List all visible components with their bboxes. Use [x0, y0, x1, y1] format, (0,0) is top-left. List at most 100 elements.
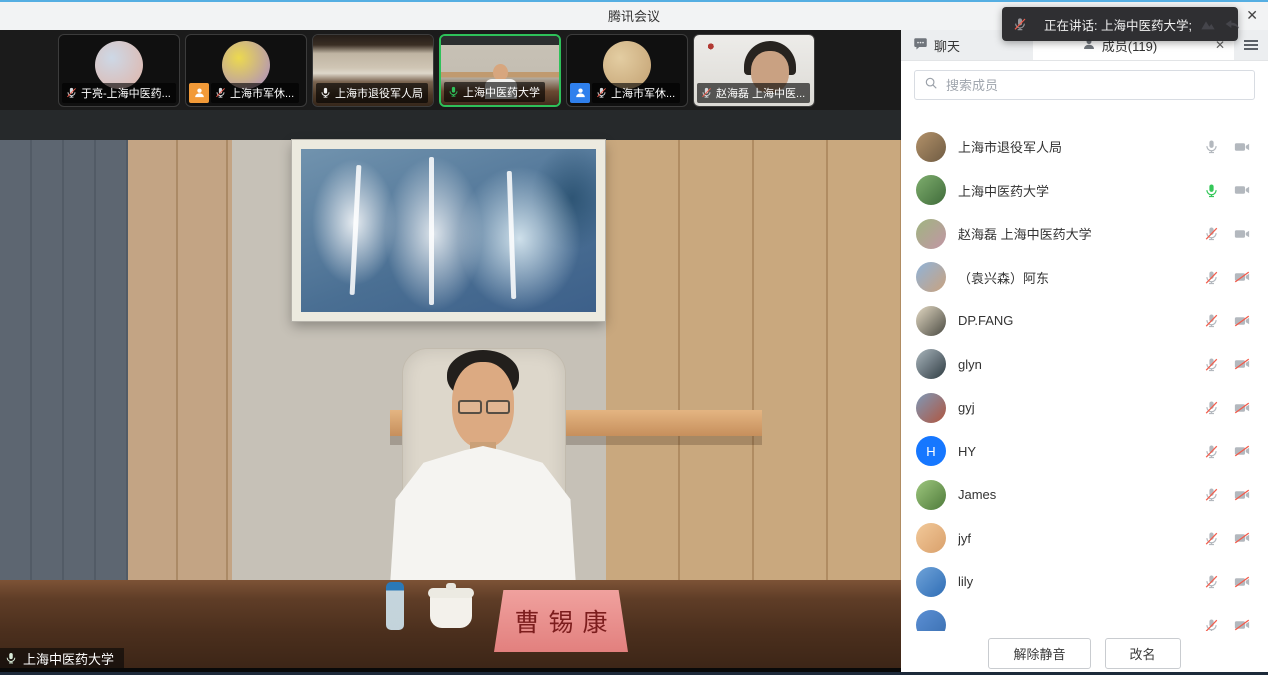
camera-on-icon[interactable]: [1233, 225, 1251, 243]
mic-muted-icon[interactable]: [1203, 443, 1220, 460]
video-thumbnail[interactable]: 赵海磊 上海中医...: [693, 34, 815, 107]
mic-muted-icon[interactable]: [1203, 225, 1220, 242]
tab-chat-label: 聊天: [934, 36, 960, 55]
thumbnail-label-row: 上海市退役军人局: [316, 83, 428, 103]
member-row[interactable]: [901, 604, 1268, 632]
member-avatar: [916, 262, 946, 292]
participant-label: 于亮-上海中医药...: [62, 83, 176, 103]
video-thumbnail[interactable]: 上海市军休...: [185, 34, 307, 107]
member-status-icons: [1203, 399, 1251, 417]
mic-active-icon: [447, 85, 460, 98]
member-row[interactable]: jyf: [901, 517, 1268, 561]
video-thumbnail[interactable]: 于亮-上海中医药...: [58, 34, 180, 107]
mic-muted-icon[interactable]: [1203, 486, 1220, 503]
scene-water-bottle: [386, 582, 404, 630]
member-name: （袁兴森）阿东: [958, 268, 1203, 287]
member-row[interactable]: gyj: [901, 386, 1268, 430]
member-avatar: [916, 523, 946, 553]
camera-on-icon[interactable]: [1233, 138, 1251, 156]
video-thumbnail[interactable]: 上海市军休...: [566, 34, 688, 107]
member-row[interactable]: 上海中医药大学: [901, 169, 1268, 213]
member-row[interactable]: James: [901, 473, 1268, 517]
members-panel: 聊天 成员(119) ✕ 上海市退役军人局上海中医药大学赵海磊 上海中医药大学（…: [901, 30, 1268, 675]
thumbnail-label-row: 于亮-上海中医药...: [62, 83, 176, 103]
video-thumbnail[interactable]: 上海市退役军人局: [312, 34, 434, 107]
member-name: gyj: [958, 400, 1203, 415]
camera-off-icon[interactable]: [1233, 616, 1251, 631]
scene-painting: [292, 140, 605, 321]
mic-muted-icon: [1012, 16, 1028, 32]
camera-off-icon[interactable]: [1233, 573, 1251, 591]
search-area: [901, 61, 1268, 108]
scene-wall-tan-left: [128, 140, 232, 585]
camera-off-icon[interactable]: [1233, 268, 1251, 286]
camera-off-icon[interactable]: [1233, 486, 1251, 504]
panel-menu-icon[interactable]: [1234, 30, 1268, 60]
camera-off-icon[interactable]: [1233, 312, 1251, 330]
member-name: James: [958, 487, 1203, 502]
thumbnail-label-row: 上海中医药大学: [444, 82, 545, 102]
search-box[interactable]: [914, 70, 1255, 100]
member-row[interactable]: HHY: [901, 430, 1268, 474]
mic-on-icon: [319, 86, 332, 99]
person-badge-icon: [570, 83, 590, 103]
main-video[interactable]: 曹锡康 上海中医药大学: [0, 110, 901, 675]
reply-icon[interactable]: [1224, 17, 1240, 31]
participant-name: 赵海磊 上海中医...: [716, 85, 805, 101]
speaking-toast: 正在讲话: 上海中医药大学;: [1002, 7, 1238, 41]
member-row[interactable]: （袁兴森）阿东: [901, 256, 1268, 300]
member-status-icons: [1203, 355, 1251, 373]
member-row[interactable]: 上海市退役军人局: [901, 125, 1268, 169]
mic-muted-icon: [700, 86, 713, 99]
search-icon: [924, 76, 938, 95]
video-area: 于亮-上海中医药... 上海市军休... 上海市退役军人局上海中医药大学 上海市军休.…: [0, 30, 901, 675]
member-avatar: [916, 393, 946, 423]
camera-off-icon[interactable]: [1233, 355, 1251, 373]
member-avatar: [916, 567, 946, 597]
camera-on-icon[interactable]: [1233, 181, 1251, 199]
member-avatar: [916, 219, 946, 249]
member-avatar: [916, 175, 946, 205]
member-status-icons: [1203, 573, 1251, 591]
member-avatar: [916, 349, 946, 379]
mic-muted-icon[interactable]: [1203, 269, 1220, 286]
thumbnail-strip: 于亮-上海中医药... 上海市军休... 上海市退役军人局上海中医药大学 上海市军休.…: [0, 30, 901, 110]
member-status-icons: [1203, 616, 1251, 631]
member-row[interactable]: lily: [901, 560, 1268, 604]
mic-on-icon[interactable]: [1203, 138, 1220, 155]
mic-muted-icon[interactable]: [1203, 530, 1220, 547]
member-row[interactable]: DP.FANG: [901, 299, 1268, 343]
camera-off-icon[interactable]: [1233, 529, 1251, 547]
mic-muted-icon: [595, 86, 608, 99]
participant-name: 上海市军休...: [230, 85, 294, 101]
member-status-icons: [1203, 312, 1251, 330]
search-input[interactable]: [944, 77, 1245, 94]
mic-muted-icon[interactable]: [1203, 312, 1220, 329]
mic-muted-icon[interactable]: [1203, 573, 1220, 590]
camera-off-icon[interactable]: [1233, 399, 1251, 417]
mic-active-icon[interactable]: [1203, 182, 1220, 199]
member-row[interactable]: 赵海磊 上海中医药大学: [901, 212, 1268, 256]
mic-muted-icon[interactable]: [1203, 617, 1220, 631]
participant-label: 赵海磊 上海中医...: [697, 83, 810, 103]
participant-label: 上海市退役军人局: [316, 83, 428, 103]
mountains-icon: [1200, 17, 1216, 31]
scene-person-glasses: [486, 400, 510, 414]
member-avatar: H: [916, 436, 946, 466]
member-avatar: [916, 610, 946, 631]
unmute-button[interactable]: 解除静音: [988, 638, 1090, 669]
member-row[interactable]: glyn: [901, 343, 1268, 387]
thumbnail-label-row: 上海市军休...: [189, 83, 299, 103]
video-thumbnail[interactable]: 上海中医药大学: [439, 34, 561, 107]
mic-muted-icon[interactable]: [1203, 356, 1220, 373]
member-avatar: [916, 306, 946, 336]
member-list: 上海市退役军人局上海中医药大学赵海磊 上海中医药大学 （袁兴森）阿东 DP.FANG…: [901, 108, 1268, 631]
mic-muted-icon[interactable]: [1203, 399, 1220, 416]
thumbnail-label-row: 赵海磊 上海中医...: [697, 83, 810, 103]
window-close-button[interactable]: ✕: [1246, 6, 1258, 24]
member-name: 上海市退役军人局: [958, 137, 1203, 156]
participant-avatar: [95, 41, 143, 89]
rename-button[interactable]: 改名: [1105, 638, 1181, 669]
participant-name: 上海市军休...: [611, 85, 675, 101]
camera-off-icon[interactable]: [1233, 442, 1251, 460]
